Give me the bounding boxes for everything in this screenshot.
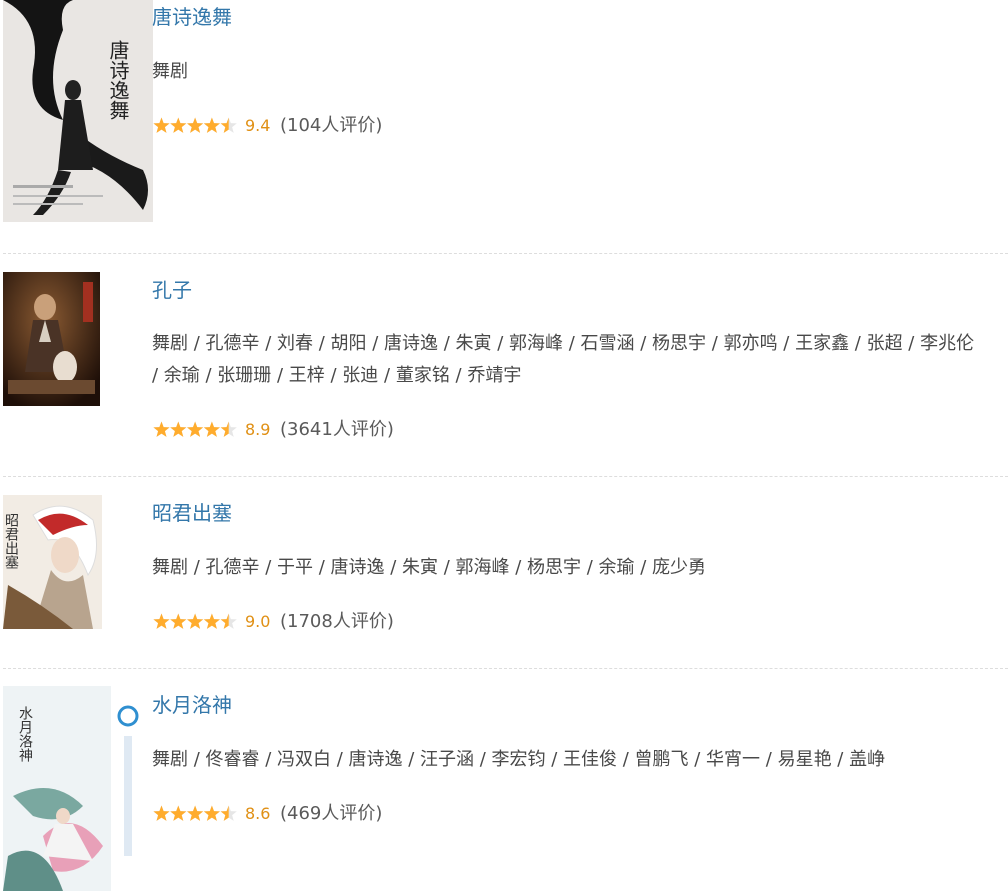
star-full-icon [153, 613, 170, 629]
poster-image[interactable]: 水月洛神 [3, 686, 143, 891]
star-rating-icon [153, 421, 237, 437]
star-full-icon [153, 117, 170, 133]
rating-count: (469人评价) [280, 803, 383, 824]
item-title[interactable]: 唐诗逸舞 [152, 4, 232, 30]
star-rating-icon [153, 805, 237, 821]
rating-count: (104人评价) [280, 115, 383, 136]
star-full-icon [153, 805, 170, 821]
rating-count: (1708人评价) [280, 611, 394, 632]
star-full-icon [203, 613, 220, 629]
poster-luoshen: 水月洛神 [3, 686, 143, 891]
star-full-icon [187, 421, 204, 437]
divider [3, 476, 1008, 477]
meta-line-2: / 余瑜 / 张珊珊 / 王梓 / 张迪 / 董家铭 / 乔靖宇 [152, 365, 522, 386]
meta-line-1: 舞剧 [152, 61, 188, 82]
star-full-icon [187, 805, 204, 821]
star-full-icon [153, 421, 170, 437]
star-full-icon [170, 117, 187, 133]
star-full-icon [170, 421, 187, 437]
star-full-icon [170, 613, 187, 629]
rating-score: 9.0 [245, 612, 271, 631]
rating-score: 9.4 [245, 116, 271, 135]
star-full-icon [170, 805, 187, 821]
item-title[interactable]: 昭君出塞 [152, 500, 232, 526]
star-full-icon [187, 117, 204, 133]
star-rating-icon [153, 117, 237, 133]
star-full-icon [187, 613, 204, 629]
poster-zhaojun: 昭君出塞 [3, 495, 102, 629]
poster-image[interactable] [3, 272, 100, 406]
star-rating-icon [153, 613, 237, 629]
item-meta: 舞剧 / 佟睿睿 / 冯双白 / 唐诗逸 / 汪子涵 / 李宏钧 / 王佳俊 /… [152, 744, 1008, 776]
poster-dancer-black-sleeves: 唐诗逸舞 [3, 0, 153, 222]
divider [3, 253, 1008, 254]
svg-text:唐诗逸舞: 唐诗逸舞 [106, 40, 130, 120]
poster-image[interactable]: 昭君出塞 [3, 495, 102, 629]
meta-line-1: 舞剧 / 佟睿睿 / 冯双白 / 唐诗逸 / 汪子涵 / 李宏钧 / 王佳俊 /… [152, 749, 886, 770]
meta-line-1: 舞剧 / 孔德辛 / 于平 / 唐诗逸 / 朱寅 / 郭海峰 / 杨思宇 / 余… [152, 557, 707, 578]
star-full-icon [203, 805, 220, 821]
rating-count: (3641人评价) [280, 419, 394, 440]
poster-confucius [3, 272, 100, 406]
item-title[interactable]: 孔子 [152, 277, 192, 303]
divider [3, 668, 1008, 669]
rating-score: 8.9 [245, 420, 271, 439]
item-meta: 舞剧 / 孔德辛 / 于平 / 唐诗逸 / 朱寅 / 郭海峰 / 杨思宇 / 余… [152, 552, 1008, 584]
svg-text:昭君出塞: 昭君出塞 [3, 513, 19, 569]
item-meta: 舞剧 [152, 56, 1008, 88]
item-title[interactable]: 水月洛神 [152, 692, 232, 718]
svg-text:水月洛神: 水月洛神 [17, 706, 33, 762]
rating-score: 8.6 [245, 804, 271, 823]
meta-line-1: 舞剧 / 孔德辛 / 刘春 / 胡阳 / 唐诗逸 / 朱寅 / 郭海峰 / 石雪… [152, 333, 975, 354]
star-full-icon [203, 421, 220, 437]
item-meta: 舞剧 / 孔德辛 / 刘春 / 胡阳 / 唐诗逸 / 朱寅 / 郭海峰 / 石雪… [152, 328, 1008, 392]
star-full-icon [203, 117, 220, 133]
poster-image[interactable]: 唐诗逸舞 [3, 0, 153, 222]
